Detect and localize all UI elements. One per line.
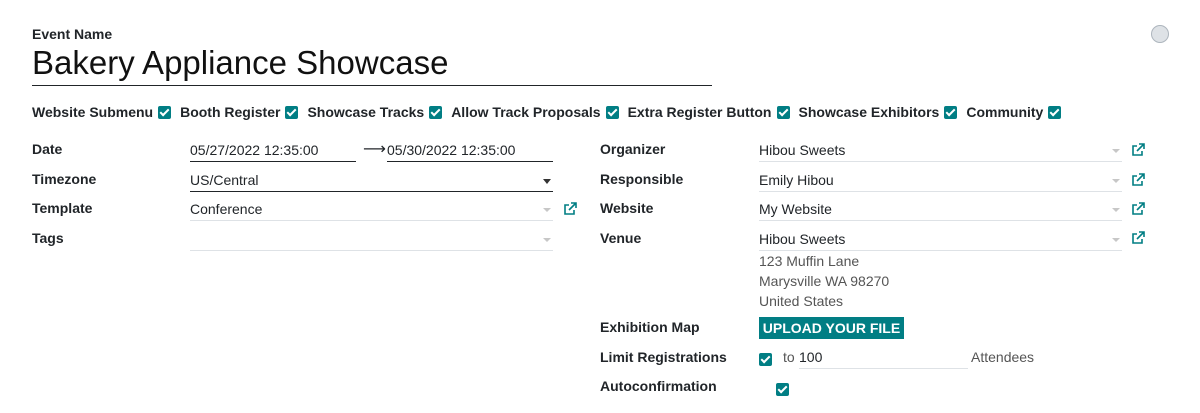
venue-address-line: United States <box>759 293 844 309</box>
template-label: Template <box>32 200 93 216</box>
status-indicator-icon[interactable] <box>1151 25 1169 43</box>
organizer-label: Organizer <box>600 141 666 157</box>
date-start-input[interactable]: 05/27/2022 12:35:00 <box>190 140 356 162</box>
caret-down-icon[interactable] <box>1112 208 1120 212</box>
template-value: Conference <box>190 201 263 217</box>
limit-to-label: to <box>783 349 795 365</box>
external-link-icon[interactable] <box>563 202 577 216</box>
option-label: Showcase Tracks <box>307 104 425 120</box>
option-label: Community <box>966 104 1044 120</box>
organizer-select[interactable]: Hibou Sweets <box>759 140 1122 162</box>
external-link-icon[interactable] <box>1131 231 1145 245</box>
option-label: Extra Register Button <box>627 104 772 120</box>
option-label: Showcase Exhibitors <box>798 104 940 120</box>
venue-address: 123 Muffin Lane Marysville WA 98270 Unit… <box>759 251 889 311</box>
timezone-value: US/Central <box>190 172 259 188</box>
checkbox-checked-icon[interactable] <box>285 105 299 119</box>
external-link-icon[interactable] <box>1131 143 1145 157</box>
venue-label: Venue <box>600 230 642 246</box>
checkbox-checked-icon[interactable] <box>1048 105 1062 119</box>
option-label: Website Submenu <box>32 104 154 120</box>
limit-registrations-checkbox[interactable] <box>759 352 772 366</box>
checkbox-checked-icon[interactable] <box>429 105 443 119</box>
date-label: Date <box>32 141 63 157</box>
option-community[interactable]: Community <box>966 104 1062 120</box>
option-showcase-exhibitors[interactable]: Showcase Exhibitors <box>799 104 958 120</box>
option-showcase-tracks[interactable]: Showcase Tracks <box>307 104 443 120</box>
external-link-icon[interactable] <box>1131 202 1145 216</box>
date-end-input[interactable]: 05/30/2022 12:35:00 <box>387 140 553 162</box>
timezone-select[interactable]: US/Central <box>190 170 553 192</box>
option-label: Allow Track Proposals <box>451 104 601 120</box>
caret-down-icon[interactable] <box>543 179 551 184</box>
option-label: Booth Register <box>180 104 281 120</box>
timezone-label: Timezone <box>32 171 97 187</box>
option-allow-track-proposals[interactable]: Allow Track Proposals <box>451 104 619 120</box>
checkbox-checked-icon[interactable] <box>158 105 172 119</box>
date-arrow-icon: ⟶ <box>363 141 386 158</box>
option-booth-register[interactable]: Booth Register <box>180 104 299 120</box>
venue-value: Hibou Sweets <box>759 231 846 247</box>
organizer-value: Hibou Sweets <box>759 142 846 158</box>
limit-registrations-label: Limit Registrations <box>600 349 727 365</box>
caret-down-icon[interactable] <box>543 208 551 212</box>
venue-select[interactable]: Hibou Sweets <box>759 229 1122 251</box>
template-select[interactable]: Conference <box>190 199 553 221</box>
responsible-select[interactable]: Emily Hibou <box>759 170 1122 192</box>
attendees-label: Attendees <box>971 349 1035 365</box>
event-name-input[interactable]: Bakery Appliance Showcase <box>32 43 712 86</box>
website-select[interactable]: My Website <box>759 199 1122 221</box>
caret-down-icon[interactable] <box>1112 149 1120 153</box>
caret-down-icon[interactable] <box>1112 179 1120 183</box>
caret-down-icon[interactable] <box>543 238 551 242</box>
caret-down-icon[interactable] <box>1112 238 1120 242</box>
website-value: My Website <box>759 201 832 217</box>
venue-address-line: 123 Muffin Lane <box>759 253 860 269</box>
tags-input[interactable] <box>190 229 553 251</box>
venue-address-line: Marysville WA 98270 <box>759 273 890 289</box>
upload-file-button[interactable]: UPLOAD YOUR FILE <box>759 317 904 339</box>
exhibition-map-label: Exhibition Map <box>600 319 700 335</box>
checkbox-checked-icon[interactable] <box>944 105 958 119</box>
event-name-label: Event Name <box>32 26 113 42</box>
checkbox-checked-icon[interactable] <box>605 105 619 119</box>
tags-label: Tags <box>32 230 64 246</box>
autoconfirmation-checkbox[interactable] <box>775 382 789 396</box>
website-label: Website <box>600 200 654 216</box>
options-row: Website Submenu Booth Register Showcase … <box>32 104 1070 120</box>
external-link-icon[interactable] <box>1131 173 1145 187</box>
option-extra-register-button[interactable]: Extra Register Button <box>628 104 790 120</box>
checkbox-checked-icon[interactable] <box>776 105 790 119</box>
responsible-label: Responsible <box>600 171 684 187</box>
limit-value-input[interactable]: 100 <box>799 347 968 369</box>
autoconfirmation-label: Autoconfirmation <box>600 378 717 394</box>
responsible-value: Emily Hibou <box>759 172 834 188</box>
option-website-submenu[interactable]: Website Submenu <box>32 104 172 120</box>
